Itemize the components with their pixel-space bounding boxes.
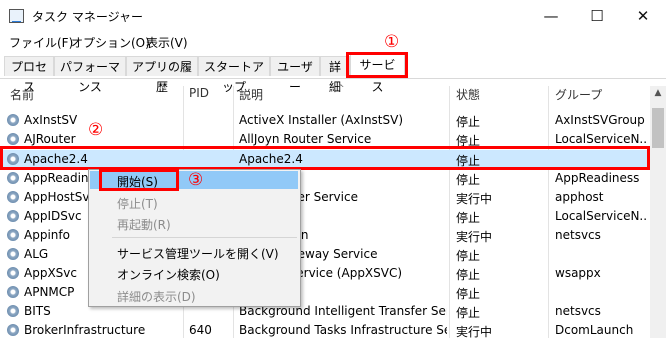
menu-item-start[interactable]: 開始(S) [117, 173, 158, 190]
service-gear-icon [7, 286, 19, 298]
window-title: タスク マネージャー [32, 10, 143, 24]
highlight-services-tab [346, 52, 408, 78]
service-status-cell: 停止 [456, 306, 481, 320]
service-desc-cell: Background Tasks Infrastructure Serv... [239, 323, 447, 337]
menu-separator [112, 237, 297, 238]
service-name-cell: BrokerInfrastructure [24, 323, 146, 337]
annotation-3: ③ [188, 170, 204, 190]
menu-item-restart[interactable]: 再起動(R) [117, 216, 171, 233]
service-status-cell: 停止 [456, 249, 481, 263]
menu-view[interactable]: 表示(V) [146, 34, 188, 51]
menu-item-search-online[interactable]: オンライン検索(O) [117, 266, 220, 283]
tab-users[interactable]: ユーザー [270, 56, 320, 94]
column-header-description[interactable]: 説明 [239, 86, 263, 108]
service-group-cell: LocalServiceN... [555, 132, 647, 146]
service-group-cell: LocalServiceN... [555, 209, 647, 223]
tab-startup[interactable]: スタートアップ [198, 56, 270, 94]
service-status-cell: 停止 [456, 287, 481, 301]
column-header-name[interactable]: 名前 [10, 86, 34, 108]
menu-file[interactable]: ファイル(F) [9, 34, 73, 51]
service-gear-icon [7, 229, 19, 241]
service-status-cell: 実行中 [456, 230, 493, 244]
tab-processes[interactable]: プロセス [4, 56, 54, 94]
service-gear-icon [7, 267, 19, 279]
service-gear-icon [7, 191, 19, 203]
service-desc-cell: ActiveX Installer (AxInstSV) [239, 113, 404, 127]
scroll-up-icon[interactable]: ▲ [650, 88, 666, 98]
service-group-cell: AppReadiness [555, 171, 640, 185]
menu-options[interactable]: オプション(O) [71, 34, 150, 51]
tab-app-history[interactable]: アプリの履歴 [126, 56, 198, 94]
maximize-button[interactable]: ☐ [574, 0, 620, 32]
service-row[interactable]: BrokerInfrastructure 640 Background Tasks … [0, 321, 650, 340]
highlight-apache-row [0, 146, 650, 170]
service-pid-cell: 640 [189, 323, 212, 337]
service-status-cell: 停止 [456, 268, 481, 282]
service-gear-icon [7, 248, 19, 260]
annotation-1: ① [384, 32, 400, 52]
service-gear-icon [7, 133, 19, 145]
tab-performance[interactable]: パフォーマンス [54, 56, 126, 94]
service-status-cell: 実行中 [456, 192, 493, 206]
annotation-2: ② [88, 120, 104, 140]
service-gear-icon [7, 114, 19, 126]
service-group-cell: wsappx [555, 266, 601, 280]
service-gear-icon [7, 210, 19, 222]
service-status-cell: 停止 [456, 173, 481, 187]
service-gear-icon [7, 172, 19, 184]
service-group-cell: netsvcs [555, 228, 601, 242]
service-gear-icon [7, 305, 19, 317]
service-status-cell: 停止 [456, 211, 481, 225]
service-group-cell: AxInstSVGroup [555, 113, 645, 127]
menu-item-open-services[interactable]: サービス管理ツールを開く(V) [117, 245, 279, 262]
column-header-group[interactable]: グループ [555, 86, 602, 108]
service-status-cell: 実行中 [456, 325, 493, 339]
close-button[interactable]: ✕ [620, 0, 666, 32]
service-group-cell: netsvcs [555, 304, 601, 318]
minimize-button[interactable]: — [528, 0, 574, 32]
service-group-cell: DcomLaunch [555, 323, 634, 337]
menu-item-go-to-details[interactable]: 詳細の表示(D) [117, 288, 196, 305]
column-header-status[interactable]: 状態 [456, 86, 480, 108]
sort-ascending-icon: ^ [337, 84, 345, 94]
menu-item-stop[interactable]: 停止(T) [117, 195, 158, 212]
scrollbar-thumb[interactable] [652, 108, 664, 148]
task-manager-app-icon [9, 9, 24, 23]
service-gear-icon [7, 324, 19, 336]
service-desc-cell: AllJoyn Router Service [239, 132, 372, 146]
service-status-cell: 停止 [456, 115, 481, 129]
service-group-cell: apphost [555, 190, 604, 204]
column-header-pid[interactable]: PID [189, 86, 209, 108]
